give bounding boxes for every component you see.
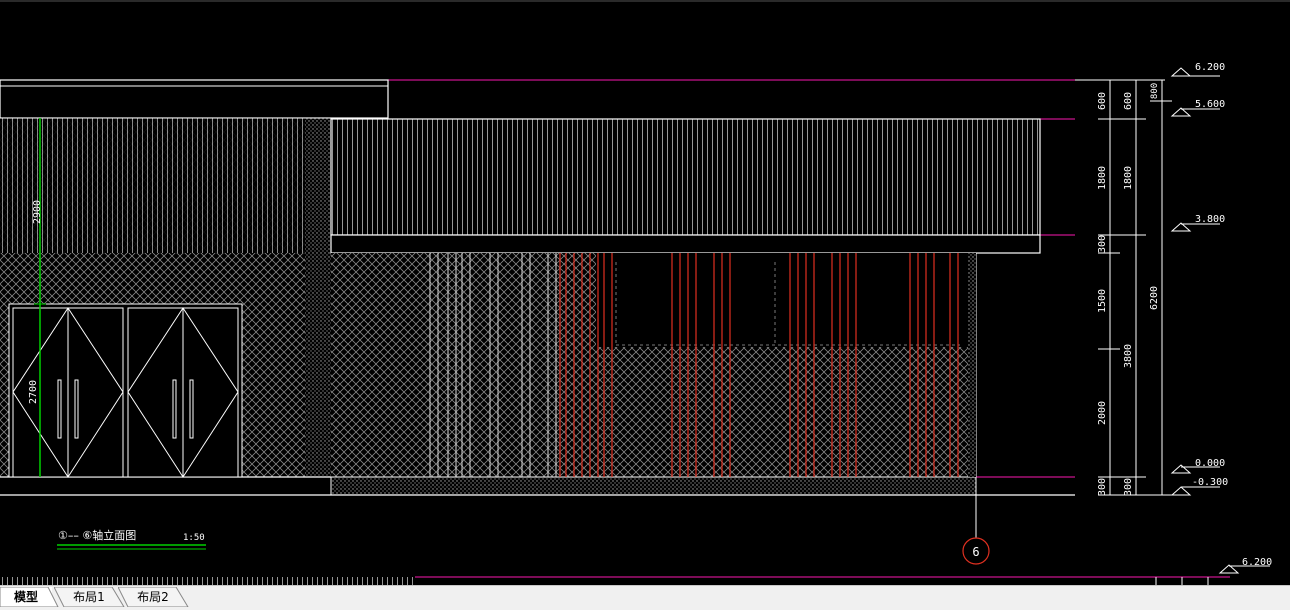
- elevation-markers: [1170, 67, 1270, 574]
- cad-drawing-canvas[interactable]: 2900 2700 600 1800 300 1500 2000 300 600…: [0, 0, 1290, 585]
- dim-total-6200: 6200: [1149, 286, 1160, 310]
- dim-col1-2000: 2000: [1097, 401, 1108, 425]
- elev-0000: 0.000: [1195, 458, 1225, 469]
- elev-6200: 6.200: [1195, 62, 1225, 73]
- dim-col2-3800: 3800: [1123, 344, 1134, 368]
- dim-col2-600: 600: [1123, 92, 1134, 110]
- tab-model[interactable]: 模型: [0, 587, 59, 607]
- axis-bubble-6: 6: [962, 495, 990, 565]
- layout-tab-bar: 模型 布局1 布局2: [0, 585, 1290, 610]
- double-doors: [8, 303, 243, 478]
- elev-lower-6200: 6.200: [1242, 557, 1272, 568]
- drawing-scale: 1:50: [183, 533, 205, 543]
- dim-col1-1800: 1800: [1097, 166, 1108, 190]
- tab-layout2[interactable]: 布局2: [118, 587, 189, 607]
- left-roof-band: [0, 79, 389, 119]
- canopy: [330, 118, 1041, 254]
- elev-3800: 3.800: [1195, 214, 1225, 225]
- drawing-title: ①–– ⑥轴立面图 1:50: [57, 528, 206, 550]
- dim-col1-300b: 300: [1097, 478, 1108, 496]
- svg-text:6: 6: [972, 545, 979, 559]
- dimension-texts: 600 1800 300 1500 2000 300 600 1800 3800…: [1097, 83, 1160, 496]
- elev-5600: 5.600: [1195, 99, 1225, 110]
- lower-view-partial: [0, 577, 1209, 585]
- dim-col1-300: 300: [1097, 235, 1108, 253]
- elevation-labels: 6.200 5.600 3.800 0.000 -0.300 6.200: [1192, 62, 1272, 568]
- dim-col3-800: 800: [1150, 83, 1160, 99]
- drawing-title-text: ①–– ⑥轴立面图: [58, 528, 136, 542]
- dim-2900: 2900: [32, 200, 43, 224]
- dim-col1-1500: 1500: [1097, 289, 1108, 313]
- dim-col2-1800: 1800: [1123, 166, 1134, 190]
- elev-minus-0300: -0.300: [1192, 477, 1228, 488]
- dim-col1-600: 600: [1097, 92, 1108, 110]
- dim-col2-300: 300: [1123, 478, 1134, 496]
- dim-2700: 2700: [28, 380, 39, 404]
- tab-layout1[interactable]: 布局1: [54, 587, 125, 607]
